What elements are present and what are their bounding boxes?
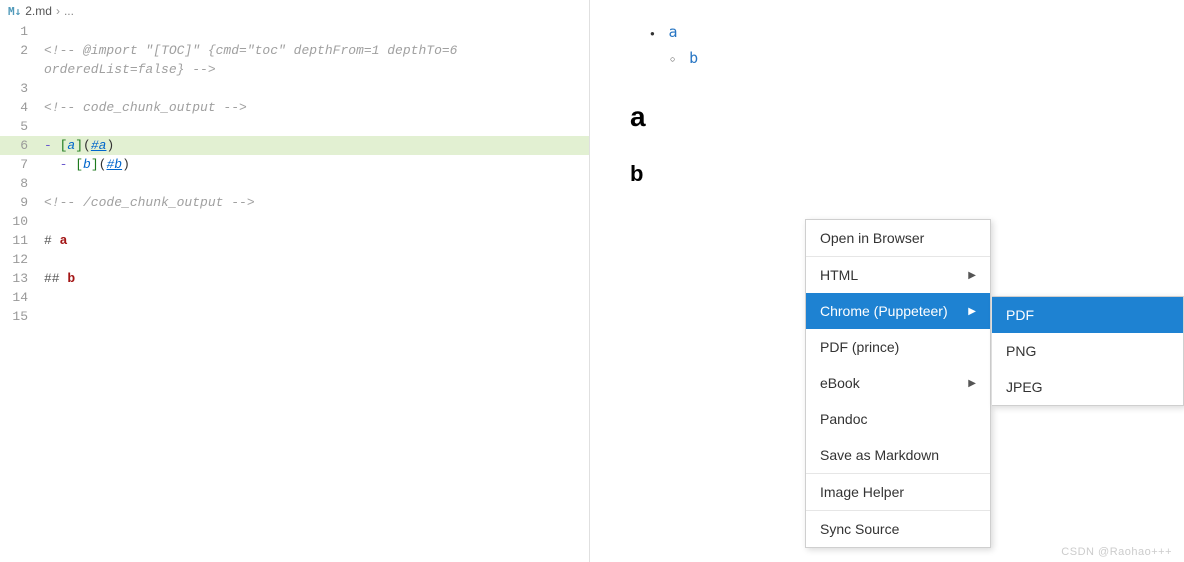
preview-heading-b: b <box>630 161 1144 187</box>
toc-item-b: b <box>670 46 1144 72</box>
menu-item[interactable]: PNG <box>992 333 1183 369</box>
editor-pane: M↓ 2.md › ... 12<!-- @import "[TOC]" {cm… <box>0 0 590 562</box>
menu-item[interactable]: HTML▶ <box>806 257 990 293</box>
code-line[interactable]: 11# a <box>0 231 589 250</box>
code-line[interactable]: orderedList=false} --> <box>0 60 589 79</box>
code-line[interactable]: 10 <box>0 212 589 231</box>
code-line[interactable]: 5 <box>0 117 589 136</box>
menu-item[interactable]: Sync Source <box>806 511 990 547</box>
breadcrumb-rest: ... <box>64 4 74 18</box>
code-editor[interactable]: 12<!-- @import "[TOC]" {cmd="toc" depthF… <box>0 22 589 326</box>
markdown-icon: M↓ <box>8 5 21 18</box>
menu-item[interactable]: eBook▶ <box>806 365 990 401</box>
toc-item-a: a b <box>650 20 1144 71</box>
chevron-right-icon: ▶ <box>968 270 976 281</box>
toc: a b <box>630 20 1144 71</box>
code-line[interactable]: 1 <box>0 22 589 41</box>
breadcrumb-file: 2.md <box>25 4 52 18</box>
code-line[interactable]: 8 <box>0 174 589 193</box>
menu-item[interactable]: PDF <box>992 297 1183 333</box>
menu-item[interactable]: Image Helper <box>806 474 990 510</box>
code-line[interactable]: 2<!-- @import "[TOC]" {cmd="toc" depthFr… <box>0 41 589 60</box>
chevron-right-icon: ▶ <box>968 378 976 389</box>
code-line[interactable]: 14 <box>0 288 589 307</box>
code-line[interactable]: 3 <box>0 79 589 98</box>
toc-link-a[interactable]: a <box>668 23 677 41</box>
menu-item[interactable]: Open in Browser <box>806 220 990 256</box>
menu-item[interactable]: Save as Markdown <box>806 437 990 473</box>
code-line[interactable]: 9<!-- /code_chunk_output --> <box>0 193 589 212</box>
menu-item[interactable]: PDF (prince) <box>806 329 990 365</box>
code-line[interactable]: 13## b <box>0 269 589 288</box>
watermark: CSDN @Raohao+++ <box>1061 546 1172 558</box>
menu-item[interactable]: JPEG <box>992 369 1183 405</box>
breadcrumb-sep: › <box>56 4 60 18</box>
code-line[interactable]: 12 <box>0 250 589 269</box>
menu-item[interactable]: Chrome (Puppeteer)▶ <box>806 293 990 329</box>
chevron-right-icon: ▶ <box>968 306 976 317</box>
code-line[interactable]: 15 <box>0 307 589 326</box>
code-line[interactable]: 4<!-- code_chunk_output --> <box>0 98 589 117</box>
context-menu: Open in BrowserHTML▶Chrome (Puppeteer)▶P… <box>805 219 991 548</box>
toc-link-b[interactable]: b <box>689 49 698 67</box>
context-submenu: PDFPNGJPEG <box>992 296 1184 406</box>
breadcrumb[interactable]: M↓ 2.md › ... <box>0 0 589 22</box>
code-line[interactable]: 6- [a](#a) <box>0 136 589 155</box>
preview-heading-a: a <box>630 101 1144 133</box>
menu-item[interactable]: Pandoc <box>806 401 990 437</box>
code-line[interactable]: 7 - [b](#b) <box>0 155 589 174</box>
